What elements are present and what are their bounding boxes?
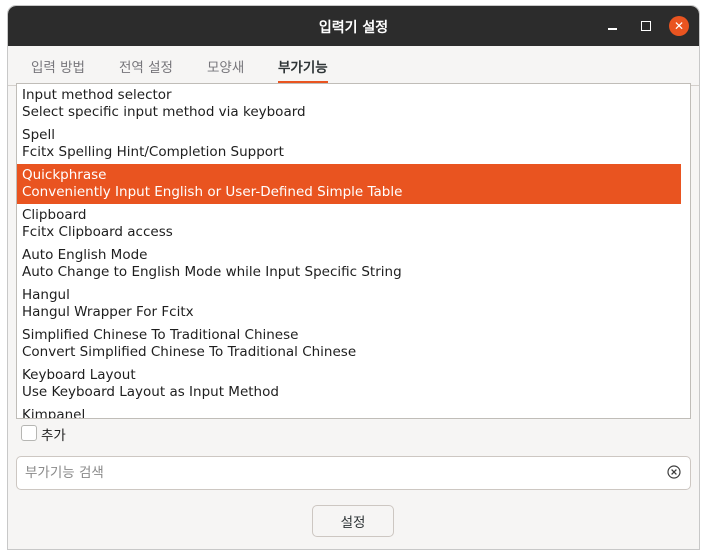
- close-button[interactable]: ✕: [669, 16, 689, 36]
- addon-name: Clipboard: [22, 207, 87, 223]
- list-item[interactable]: Auto English Mode Auto Change to English…: [17, 244, 690, 284]
- minimize-icon: [607, 28, 617, 30]
- addon-description: Auto Change to English Mode while Input …: [22, 264, 402, 280]
- list-item[interactable]: Clipboard Fcitx Clipboard access: [17, 204, 690, 244]
- addon-description: Select specific input method via keyboar…: [22, 104, 306, 120]
- minimize-button[interactable]: [604, 18, 620, 34]
- list-item[interactable]: Kimpanel: [17, 404, 690, 419]
- title-bar[interactable]: 입력기 설정 ✕: [8, 6, 699, 46]
- advanced-checkbox[interactable]: [21, 425, 37, 441]
- addon-name: Spell: [22, 127, 55, 143]
- addon-name: Auto English Mode: [22, 247, 148, 263]
- addon-list[interactable]: Input method selector Select specific in…: [16, 83, 691, 419]
- tab-global-settings[interactable]: 전역 설정: [119, 56, 173, 84]
- addon-description: Hangul Wrapper For Fcitx: [22, 304, 194, 320]
- addon-name: Simplified Chinese To Traditional Chines…: [22, 327, 299, 343]
- addon-description: Convert Simplified Chinese To Traditiona…: [22, 344, 357, 360]
- window-title: 입력기 설정: [318, 20, 389, 36]
- addon-name: Hangul: [22, 287, 70, 303]
- close-icon: ✕: [673, 19, 685, 33]
- list-item[interactable]: Input method selector Select specific in…: [17, 84, 690, 124]
- maximize-button[interactable]: [638, 18, 654, 34]
- list-item[interactable]: Simplified Chinese To Traditional Chines…: [17, 324, 690, 364]
- addon-name: Keyboard Layout: [22, 367, 136, 383]
- addon-name: Kimpanel: [22, 407, 86, 419]
- list-item[interactable]: Spell Fcitx Spelling Hint/Completion Sup…: [17, 124, 690, 164]
- search-input[interactable]: [25, 462, 655, 484]
- tab-input-method[interactable]: 입력 방법: [31, 56, 85, 84]
- addon-description: Fcitx Clipboard access: [22, 224, 173, 240]
- clear-circle-icon[interactable]: [667, 465, 681, 479]
- maximize-icon: [641, 21, 651, 31]
- list-item-selected[interactable]: Quickphrase Conveniently Input English o…: [17, 164, 681, 204]
- list-item[interactable]: Keyboard Layout Use Keyboard Layout as I…: [17, 364, 690, 404]
- addon-description: Use Keyboard Layout as Input Method: [22, 384, 279, 400]
- list-item[interactable]: Hangul Hangul Wrapper For Fcitx: [17, 284, 690, 324]
- tab-addons[interactable]: 부가기능: [278, 56, 328, 84]
- advanced-label: 추가: [41, 428, 66, 444]
- addon-name: Quickphrase: [22, 167, 107, 183]
- tab-bar: 입력 방법 전역 설정 모양새 부가기능: [8, 46, 699, 86]
- addon-name: Input method selector: [22, 87, 172, 103]
- dialog-window: 입력기 설정 ✕ 입력 방법 전역 설정 모양새 부가기능 Input meth…: [8, 6, 699, 549]
- settings-button[interactable]: 설정: [312, 505, 394, 537]
- addon-description: Conveniently Input English or User-Defin…: [22, 184, 403, 200]
- search-box[interactable]: [16, 456, 691, 490]
- tab-appearance[interactable]: 모양새: [207, 56, 244, 84]
- addon-description: Fcitx Spelling Hint/Completion Support: [22, 144, 284, 160]
